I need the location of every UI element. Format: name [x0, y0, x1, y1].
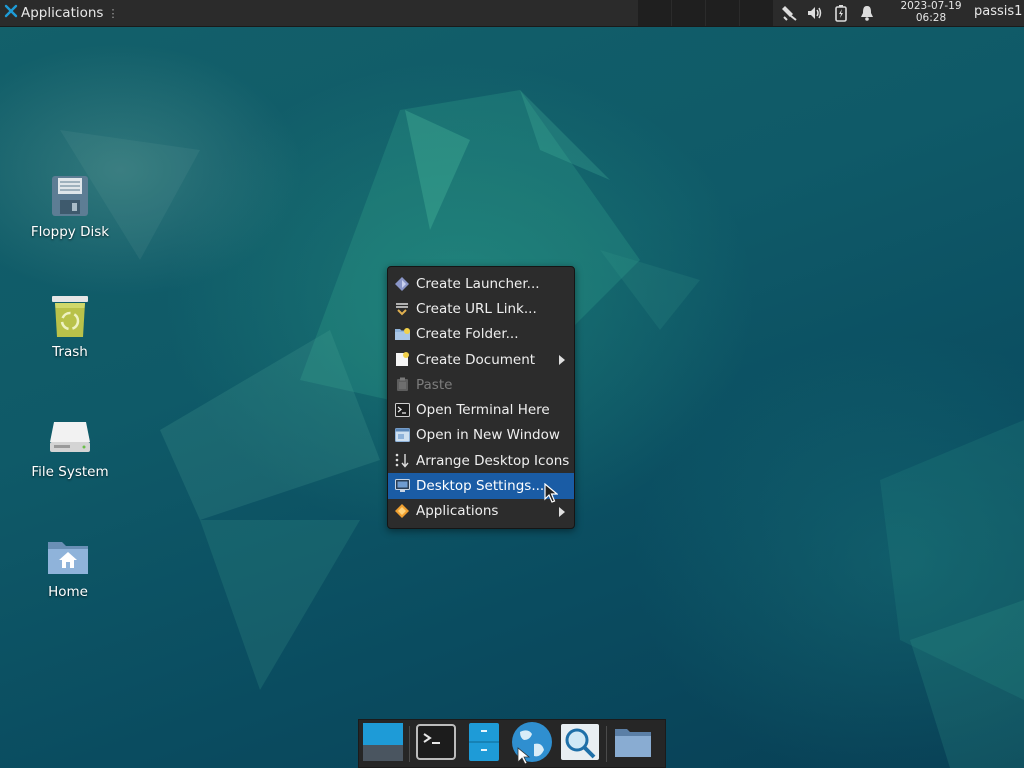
dock-separator: [409, 725, 410, 762]
panel-handle[interactable]: ⋮: [107, 7, 118, 20]
clock-time: 06:28: [915, 11, 947, 24]
workspace-4[interactable]: [740, 0, 774, 26]
menu-item-create-launcher[interactable]: Create Launcher...: [388, 271, 574, 296]
trash-icon: [46, 292, 94, 340]
system-tray: [776, 0, 880, 26]
launcher-icon: [394, 276, 410, 292]
notification-bell-icon[interactable]: [854, 0, 880, 26]
menu-item-label: Paste: [416, 376, 453, 393]
web-browser-icon: [510, 720, 554, 768]
submenu-arrow-icon: [559, 506, 565, 517]
user-menu[interactable]: passis1: [974, 4, 1022, 19]
desktop-icon-label: Trash: [52, 344, 88, 360]
desktop-icon-trash[interactable]: Trash: [20, 292, 120, 360]
desktop-icon-label: File System: [31, 464, 109, 480]
xfce-logo-icon: [4, 4, 18, 22]
dock-separator: [606, 725, 607, 762]
folder-icon: [614, 726, 652, 762]
show-desktop-icon: [361, 721, 405, 767]
desktop[interactable]: Applications ⋮ 2023-07-19 06:28 passis1 …: [0, 0, 1024, 768]
arrange-icon: [394, 453, 410, 469]
menu-item-paste[interactable]: Paste: [388, 372, 574, 397]
desktop-settings-icon: [394, 478, 410, 494]
new-folder-icon: [394, 326, 410, 342]
terminal-icon: [394, 402, 410, 418]
new-document-icon: [394, 352, 410, 368]
desktop-icon-home[interactable]: Home: [18, 532, 118, 600]
applications-menu-label: Applications: [21, 5, 104, 21]
floppy-disk-icon: [46, 172, 94, 220]
clock-date: 2023-07-19: [900, 0, 962, 12]
menu-item-create-folder[interactable]: Create Folder...: [388, 322, 574, 347]
menu-item-open-in-new-window[interactable]: Open in New Window: [388, 423, 574, 448]
dock-folder[interactable]: [609, 720, 657, 768]
menu-item-arrange-desktop-icons[interactable]: Arrange Desktop Icons: [388, 448, 574, 473]
menu-item-label: Open Terminal Here: [416, 402, 550, 419]
menu-item-open-terminal-here[interactable]: Open Terminal Here: [388, 397, 574, 422]
dock-file-manager[interactable]: [460, 720, 508, 768]
menu-item-label: Desktop Settings...: [416, 478, 545, 495]
menu-item-label: Create Document: [416, 351, 536, 368]
desktop-icon-floppy-disk[interactable]: Floppy Disk: [20, 172, 120, 240]
home-folder-icon: [44, 532, 92, 580]
drive-icon: [46, 412, 94, 460]
workspace-1[interactable]: [638, 0, 672, 26]
app-finder-icon: [560, 723, 600, 765]
new-window-icon: [394, 427, 410, 443]
paste-icon: [394, 377, 410, 393]
clock[interactable]: 2023-07-19 06:28: [894, 0, 968, 24]
dock: [358, 719, 666, 768]
applications-menu-button[interactable]: Applications ⋮: [0, 0, 122, 26]
workspace-2[interactable]: [672, 0, 706, 26]
volume-icon[interactable]: [802, 0, 828, 26]
terminal-icon: [416, 723, 456, 764]
top-panel: Applications ⋮ 2023-07-19 06:28 passis1: [0, 0, 1024, 26]
applications-icon: [394, 503, 410, 519]
menu-item-label: Create URL Link...: [416, 300, 537, 317]
dock-app-finder[interactable]: [556, 720, 604, 768]
file-manager-icon: [468, 722, 500, 766]
menu-item-create-document[interactable]: Create Document: [388, 347, 574, 372]
submenu-arrow-icon: [559, 354, 565, 365]
desktop-icon-label: Home: [48, 584, 88, 600]
menu-item-label: Open in New Window: [416, 427, 560, 444]
menu-item-label: Applications: [416, 503, 499, 520]
network-icon[interactable]: [776, 0, 802, 26]
url-link-icon: [394, 301, 410, 317]
dock-terminal[interactable]: [412, 720, 460, 768]
battery-icon[interactable]: [828, 0, 854, 26]
dock-web-browser[interactable]: [508, 720, 556, 768]
menu-item-create-url-link[interactable]: Create URL Link...: [388, 296, 574, 321]
dock-show-desktop[interactable]: [359, 720, 407, 768]
menu-item-label: Arrange Desktop Icons: [416, 452, 570, 469]
menu-item-label: Create Folder...: [416, 326, 519, 343]
workspace-3[interactable]: [706, 0, 740, 26]
desktop-icon-file-system[interactable]: File System: [20, 412, 120, 480]
workspace-switcher[interactable]: [638, 0, 774, 26]
mouse-pointer-icon: [544, 482, 559, 507]
menu-item-label: Create Launcher...: [416, 275, 540, 292]
desktop-icon-label: Floppy Disk: [30, 224, 110, 240]
